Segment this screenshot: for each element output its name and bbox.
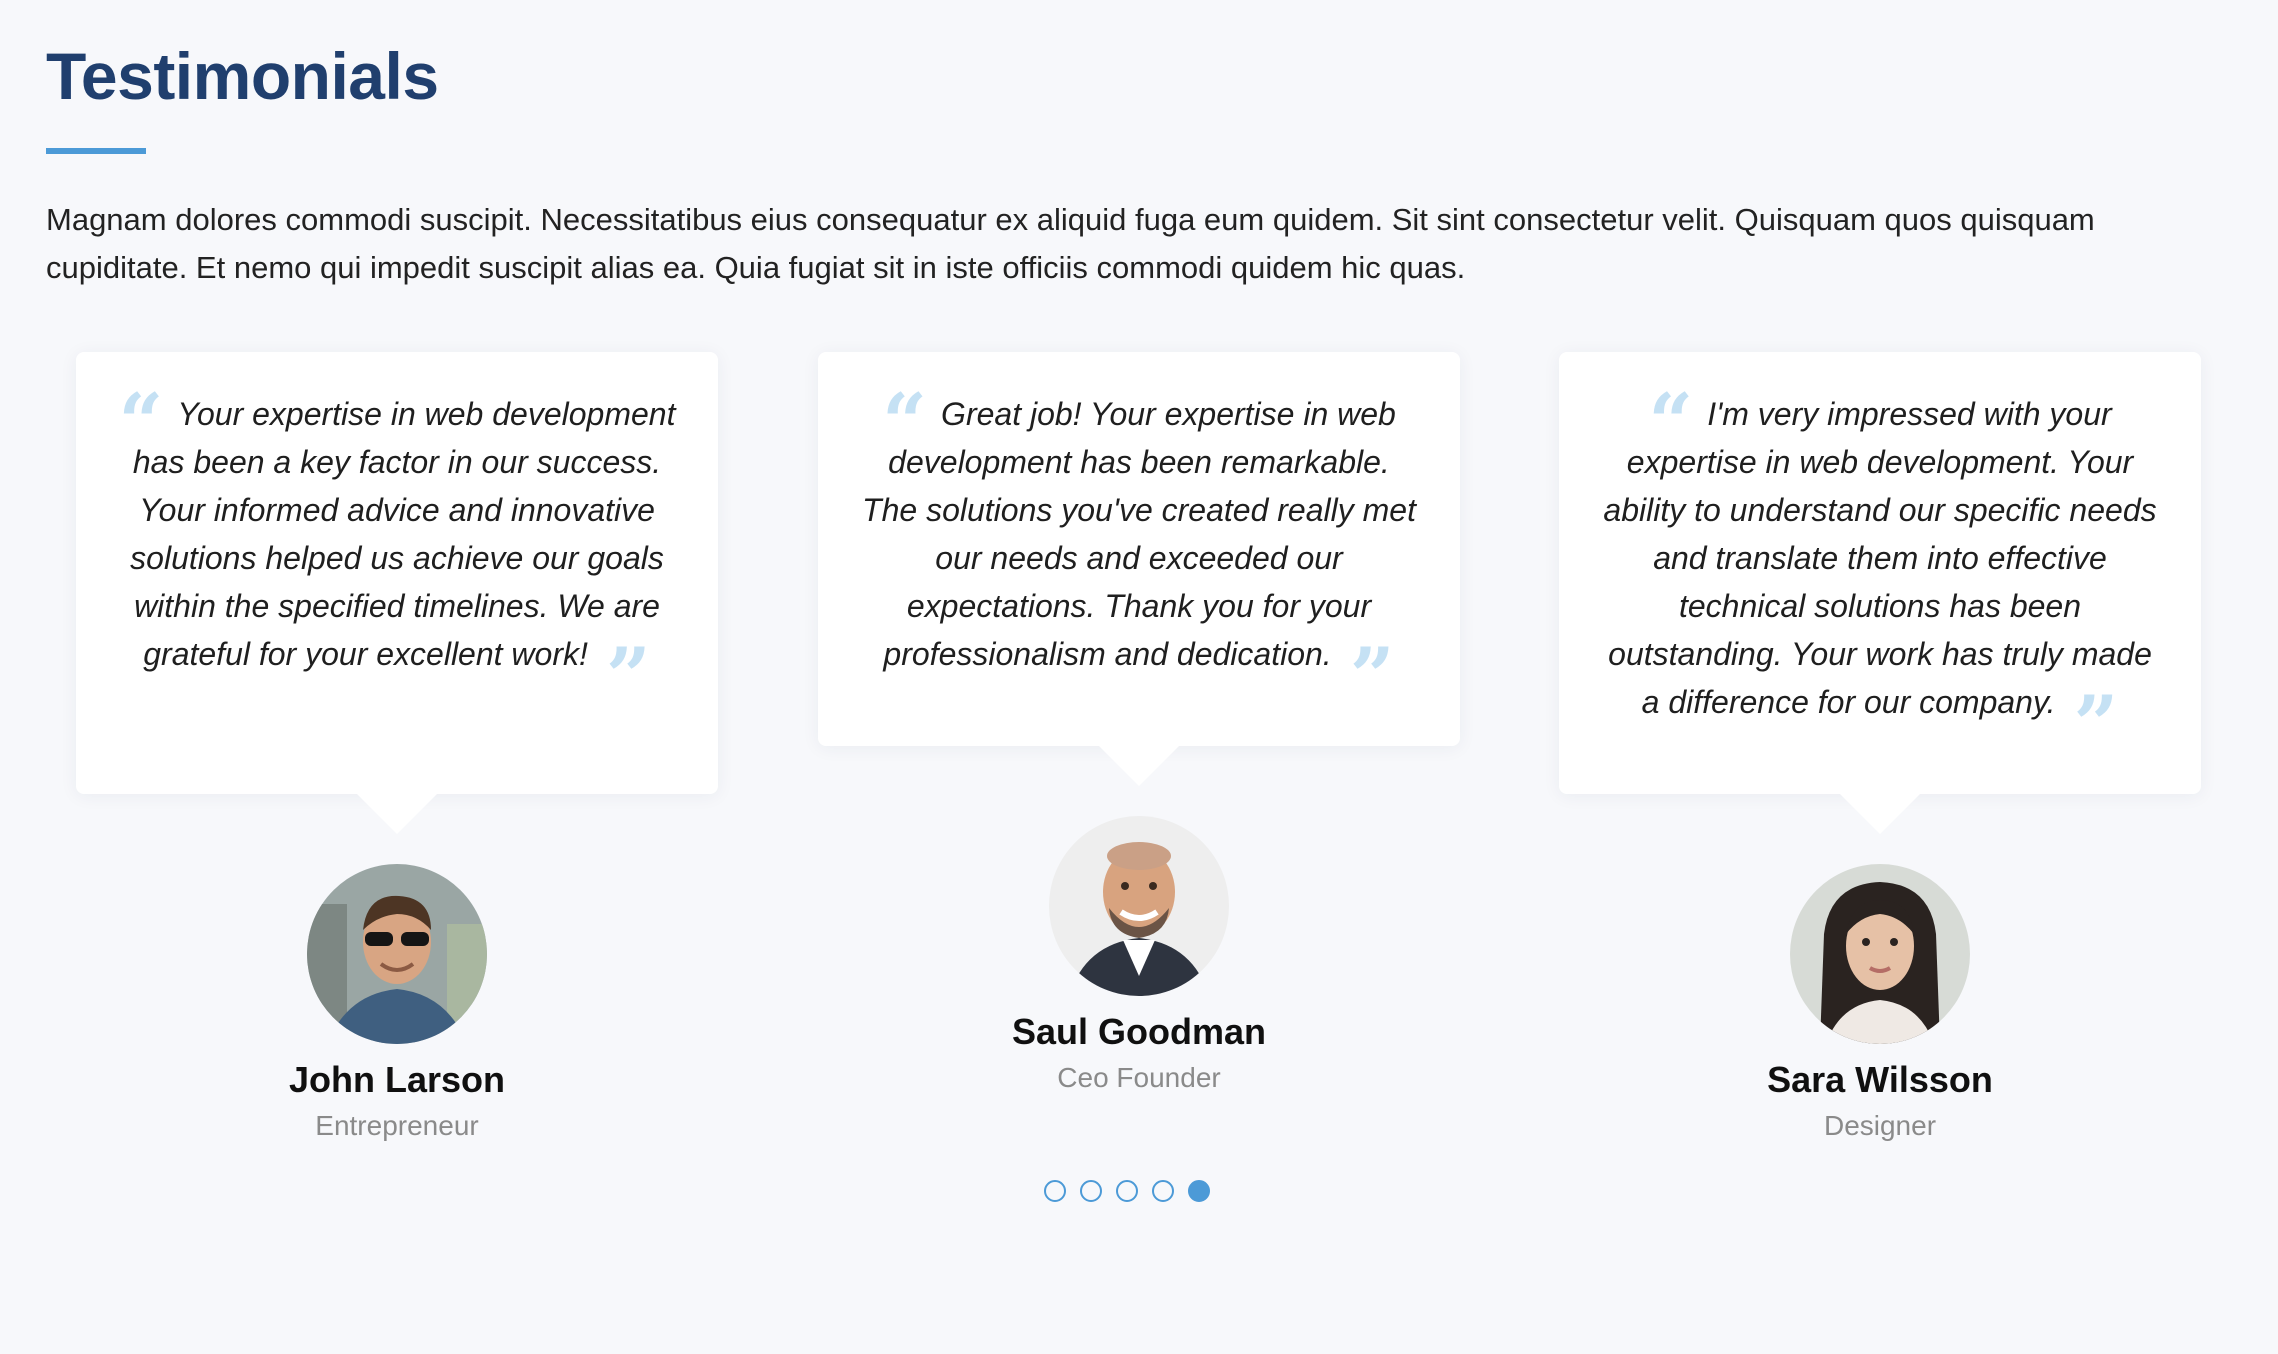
pagination-dot-2[interactable] [1080,1180,1102,1202]
testimonial-quote: “Great job! Your expertise in web develo… [862,377,1416,722]
avatar [1790,864,1970,1044]
testimonial-quote: “Your expertise in web development has b… [118,377,676,722]
section-title: Testimonials [46,39,439,113]
testimonial-author-2: Saul Goodman Ceo Founder [818,816,1460,1098]
avatar [1049,816,1229,996]
testimonial-quote-text: Your expertise in web development has be… [130,396,676,672]
author-role: Designer [1823,1110,1937,1141]
author-name: Saul Goodman [1011,1011,1267,1052]
author-name: John Larson [288,1059,506,1100]
carousel-pagination [1044,1180,1210,1208]
title-underline [46,148,146,154]
avatar [307,864,487,1044]
pagination-dot-1[interactable] [1044,1180,1066,1202]
testimonials-section: Testimonials Magnam dolores commodi susc… [0,0,2278,1354]
testimonial-author-1: John Larson Entrepreneur [76,864,718,1146]
testimonial-author-3: Sara Wilsson Designer [1559,864,2201,1146]
author-role: Entrepreneur [315,1110,479,1141]
testimonial-quote-text: Great job! Your expertise in web develop… [862,396,1416,672]
author-role: Ceo Founder [1057,1062,1221,1093]
pagination-dot-4[interactable] [1152,1180,1174,1202]
pagination-dot-5[interactable] [1188,1180,1210,1202]
testimonial-card-3: “I'm very impressed with your expertise … [1559,352,2201,834]
testimonial-card-2: “Great job! Your expertise in web develo… [818,352,1460,786]
testimonial-card-1: “Your expertise in web development has b… [76,352,718,834]
testimonial-quote: “I'm very impressed with your expertise … [1603,377,2157,770]
section-intro: Magnam dolores commodi suscipit. Necessi… [46,202,2095,285]
author-name: Sara Wilsson [1767,1059,1993,1100]
pagination-dot-3[interactable] [1116,1180,1138,1202]
